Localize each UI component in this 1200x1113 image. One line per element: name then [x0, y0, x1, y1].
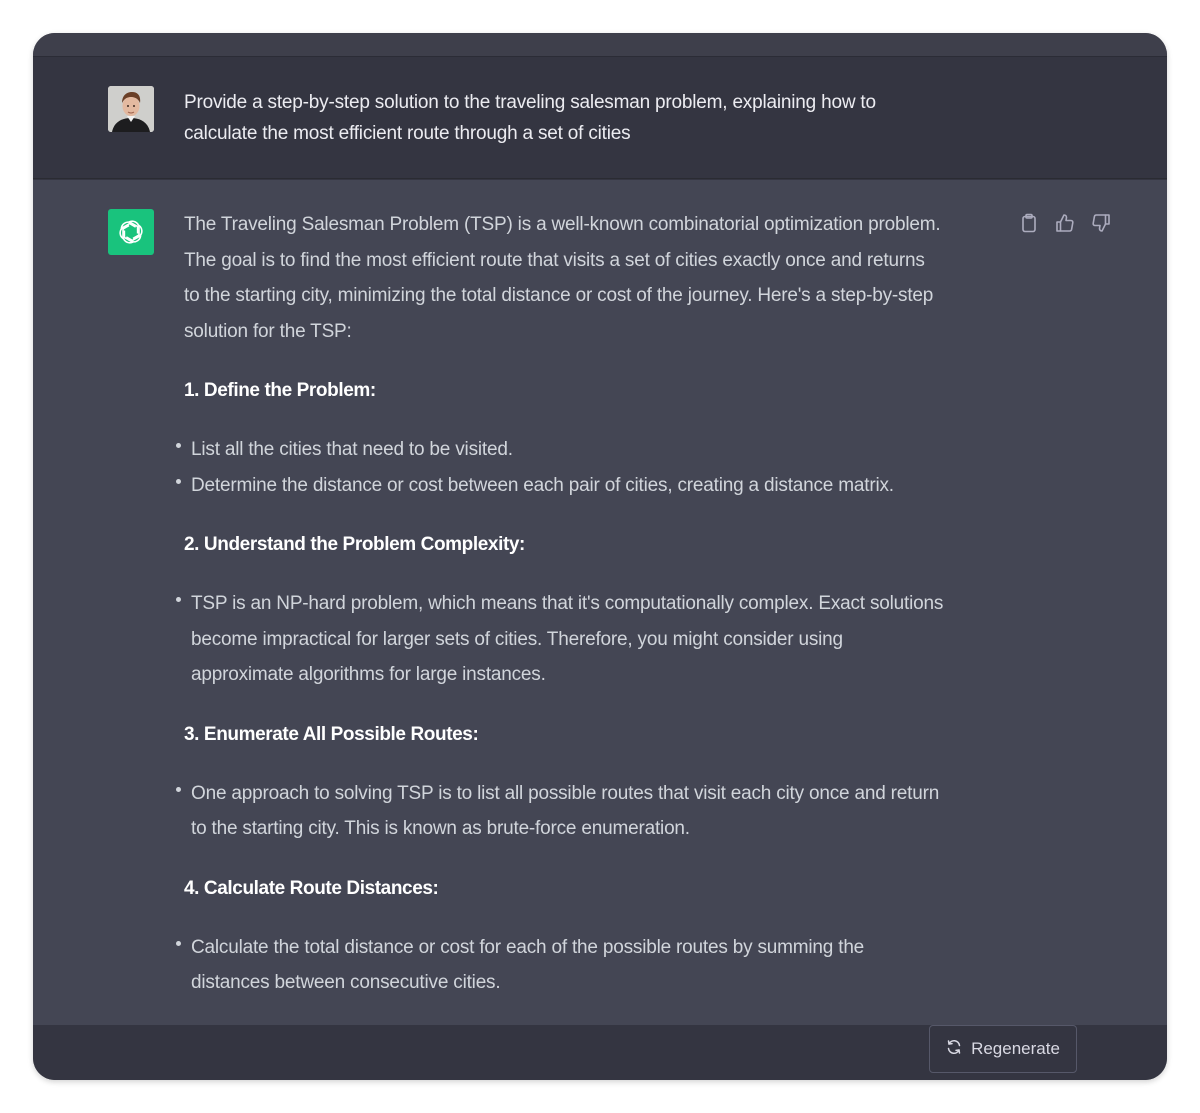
bullet-list: List all the cities that need to be visi… [176, 432, 1014, 504]
chat-window: Provide a step-by-step solution to the t… [33, 33, 1167, 1080]
list-item-line: approximate algorithms for large instanc… [191, 664, 546, 685]
thumbs-up-icon[interactable] [1054, 212, 1076, 234]
list-item-line: to the starting city. This is known as b… [191, 818, 690, 839]
section-heading: 3. Enumerate All Possible Routes: [184, 723, 479, 745]
user-message-line: Provide a step-by-step solution to the t… [184, 92, 876, 113]
intro-paragraph: The Traveling Salesman Problem (TSP) is … [184, 207, 1014, 349]
intro-line: to the starting city, minimizing the tot… [184, 285, 934, 306]
bullet-list: Calculate the total distance or cost for… [176, 930, 1014, 1001]
list-item: List all the cities that need to be visi… [176, 432, 1014, 468]
assistant-message: The Traveling Salesman Problem (TSP) is … [33, 180, 1167, 1025]
clipboard-icon[interactable] [1018, 212, 1040, 234]
intro-line: The Traveling Salesman Problem (TSP) is … [184, 214, 941, 235]
list-item-line: distances between consecutive cities. [191, 972, 501, 993]
refresh-icon [946, 1039, 962, 1060]
user-message-text: Provide a step-by-step solution to the t… [184, 87, 984, 149]
list-item-line: One approach to solving TSP is to list a… [191, 782, 940, 804]
assistant-message-content: The Traveling Salesman Problem (TSP) is … [176, 207, 1014, 1001]
user-avatar [108, 86, 154, 132]
regenerate-button[interactable]: Regenerate [929, 1025, 1077, 1073]
list-item-line: List all the cities that need to be visi… [191, 439, 513, 460]
list-item: TSP is an NP-hard problem, which means t… [176, 586, 1014, 693]
intro-line: solution for the TSP: [184, 320, 352, 342]
section-heading: 1. Define the Problem: [184, 380, 376, 401]
list-item-line: Calculate the total distance or cost for… [191, 936, 865, 958]
user-message-line: calculate the most efficient route throu… [184, 123, 631, 144]
bottom-bar: Regenerate [33, 1025, 1167, 1080]
list-item-line: TSP is an NP-hard problem, which means t… [191, 593, 944, 614]
thumbs-down-icon[interactable] [1090, 212, 1112, 234]
intro-line: The goal is to find the most efficient r… [184, 249, 925, 271]
regenerate-label: Regenerate [971, 1039, 1060, 1058]
section-heading: 4. Calculate Route Distances: [184, 877, 439, 899]
chatgpt-logo-icon [108, 209, 154, 255]
top-strip [33, 33, 1167, 57]
section-heading: 2. Understand the Problem Complexity: [184, 534, 525, 555]
list-item-line: become impractical for larger sets of ci… [191, 628, 843, 650]
list-item-line: Determine the distance or cost between e… [191, 474, 894, 496]
message-actions [1018, 212, 1112, 234]
list-item: Determine the distance or cost between e… [176, 468, 1014, 504]
user-message: Provide a step-by-step solution to the t… [33, 57, 1167, 179]
bullet-list: TSP is an NP-hard problem, which means t… [176, 586, 1014, 693]
list-item: One approach to solving TSP is to list a… [176, 776, 1014, 847]
bullet-list: One approach to solving TSP is to list a… [176, 776, 1014, 847]
list-item: Calculate the total distance or cost for… [176, 930, 1014, 1001]
